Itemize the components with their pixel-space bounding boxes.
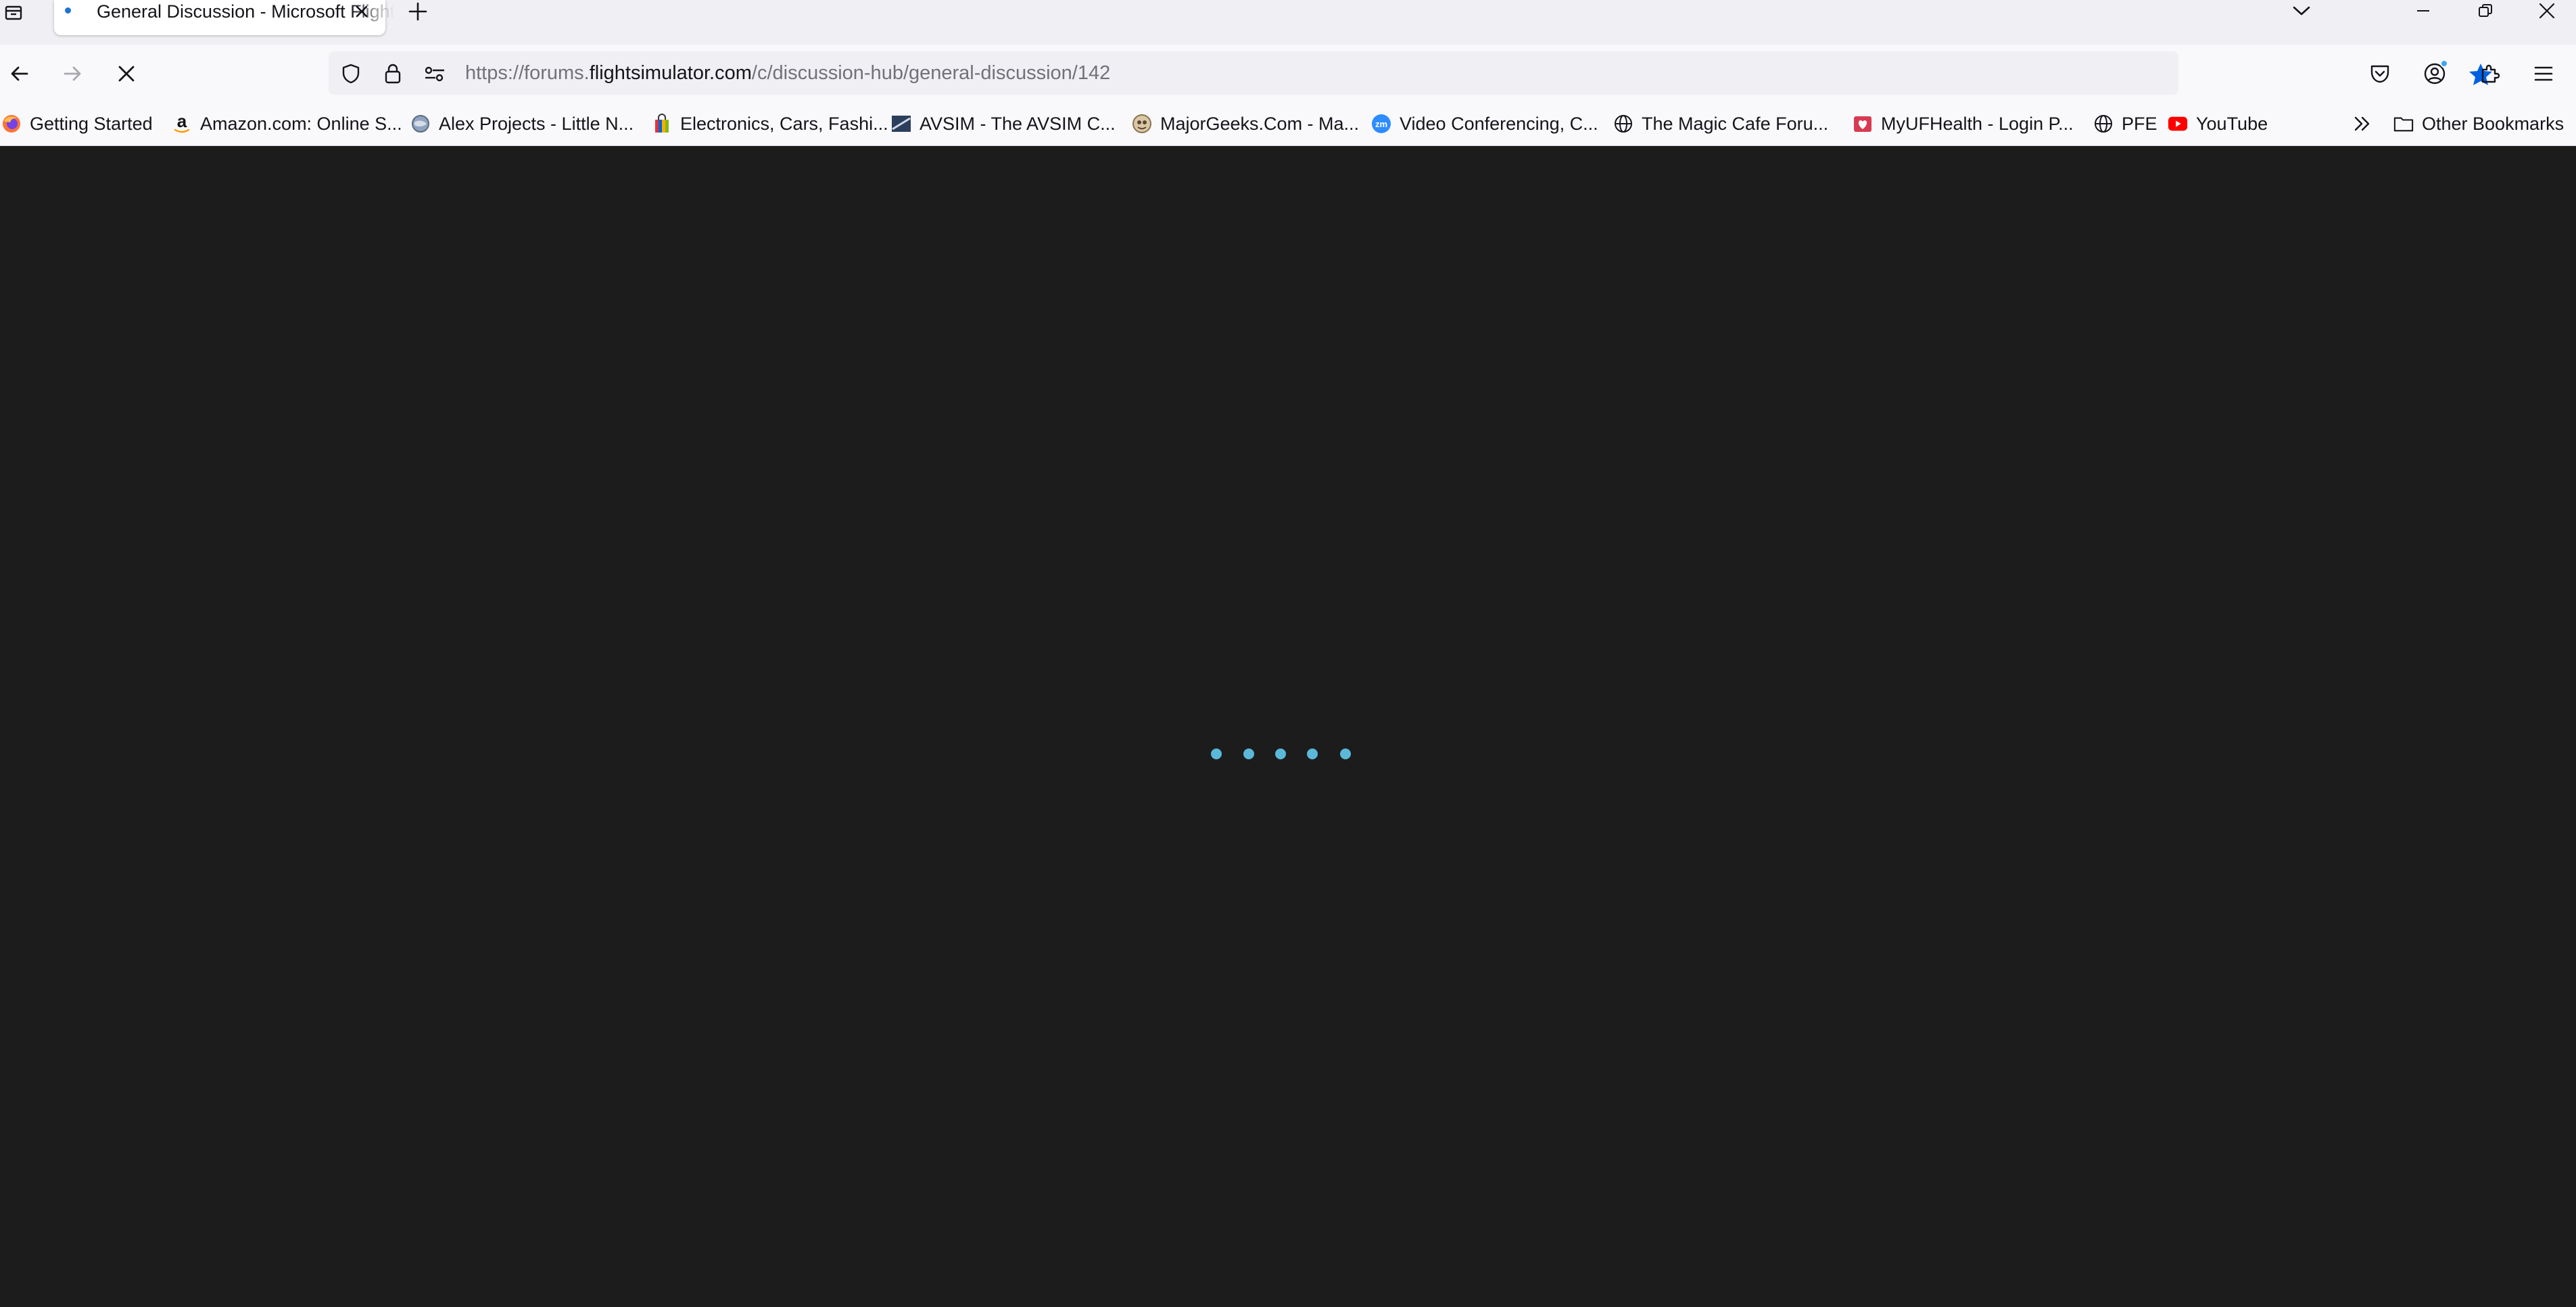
navigation-toolbar: https://forums.flightsimulator.com/c/dis… [0, 45, 2576, 101]
ebay-bag-icon [652, 114, 672, 134]
arrow-left-icon [11, 66, 28, 81]
bookmark-getting-started[interactable]: Getting Started [1, 111, 153, 137]
bookmark-magic-cafe[interactable]: The Magic Cafe Foru... [1613, 111, 1828, 137]
forward-button[interactable] [55, 57, 89, 91]
loading-spinner [1203, 744, 1366, 764]
bookmark-myufhealth[interactable]: MyUFHealth - Login P... [1853, 111, 2074, 137]
stop-loading-button[interactable] [110, 57, 143, 91]
bookmark-alex-projects[interactable]: Alex Projects - Little N... [410, 111, 634, 137]
account-button[interactable] [2418, 57, 2452, 91]
avsim-icon [891, 114, 911, 134]
close-window-button[interactable] [2527, 0, 2567, 22]
list-all-tabs-button[interactable] [2281, 0, 2322, 22]
bookmark-label: YouTube [2196, 114, 2268, 134]
close-icon [356, 5, 368, 18]
loading-indicator-icon [65, 7, 71, 14]
bookmarks-toolbar: Getting Started a Amazon.com: Online S..… [0, 101, 2576, 146]
permissions-icon[interactable] [423, 62, 446, 85]
tab-close-button[interactable] [348, 0, 375, 23]
tracking-protection-shield-icon[interactable] [339, 62, 362, 85]
firefox-icon [1, 114, 22, 134]
globe-icon [1613, 114, 1633, 134]
application-menu-button[interactable] [2527, 57, 2560, 91]
amazon-icon: a [172, 114, 192, 134]
chevron-down-icon [2293, 6, 2310, 16]
pocket-button[interactable] [2363, 57, 2397, 91]
url-path: /c/discussion-hub/general-discussion/142 [751, 62, 1111, 84]
bookmark-label: Amazon.com: Online S... [200, 114, 402, 134]
folder-icon [2393, 114, 2414, 134]
tab-general-discussion[interactable]: General Discussion - Microsoft Flight Si… [54, 0, 394, 35]
bookmark-label: PFE [2122, 114, 2157, 134]
bookmark-amazon[interactable]: a Amazon.com: Online S... [172, 111, 402, 137]
arrow-right-icon [64, 66, 81, 81]
plus-icon [408, 2, 427, 21]
hamburger-menu-icon [2534, 66, 2553, 81]
url-host: flightsimulator.com [589, 62, 752, 84]
restore-button[interactable] [2465, 0, 2506, 22]
bookmark-label: Getting Started [30, 114, 153, 134]
browser-window: General Discussion - Microsoft Flight Si… [0, 0, 2576, 1307]
extensions-button[interactable] [2473, 57, 2506, 91]
ufhealth-icon [1853, 114, 1873, 134]
more-bookmarks-button[interactable] [2349, 111, 2376, 137]
loading-dot [1340, 748, 1351, 759]
youtube-icon [2168, 114, 2188, 134]
bookmark-label: Electronics, Cars, Fashi... [680, 114, 888, 134]
back-button[interactable] [3, 57, 37, 91]
notification-badge [2440, 60, 2448, 68]
bookmark-label: AVSIM - The AVSIM C... [920, 114, 1116, 134]
firefox-view-icon [5, 5, 22, 20]
zoom-icon: zm [1371, 114, 1391, 134]
restore-icon [2479, 4, 2492, 17]
minimize-icon [2417, 10, 2429, 11]
bookmark-avsim[interactable]: AVSIM - The AVSIM C... [891, 111, 1116, 137]
svg-text:zm: zm [1375, 119, 1387, 129]
globe-icon [2093, 114, 2114, 134]
puzzle-piece-icon [2481, 64, 2500, 83]
globe-photo-icon [410, 114, 431, 134]
lock-icon[interactable] [381, 62, 404, 85]
bookmark-label: MajorGeeks.Com - Ma... [1160, 114, 1360, 134]
bookmark-label: Video Conferencing, C... [1400, 114, 1598, 134]
other-bookmarks-label: Other Bookmarks [2422, 114, 2565, 134]
bookmark-label: Alex Projects - Little N... [439, 114, 634, 134]
loading-dot [1211, 748, 1222, 759]
url-text[interactable]: https://forums.flightsimulator.com/c/dis… [465, 51, 1110, 95]
bookmark-majorgeeks[interactable]: MajorGeeks.Com - Ma... [1132, 111, 1359, 137]
bookmark-youtube[interactable]: YouTube [2168, 111, 2268, 137]
svg-text:a: a [177, 114, 187, 131]
bookmark-electronics[interactable]: Electronics, Cars, Fashi... [652, 111, 888, 137]
bookmark-label: The Magic Cafe Foru... [1642, 114, 1829, 134]
majorgeeks-icon [1132, 114, 1152, 134]
bookmark-label: MyUFHealth - Login P... [1881, 114, 2074, 134]
address-bar[interactable]: https://forums.flightsimulator.com/c/dis… [329, 51, 2492, 95]
page-content [0, 146, 2576, 1307]
bookmark-zoom[interactable]: zm Video Conferencing, C... [1371, 111, 1598, 137]
url-prefix: https://forums. [465, 62, 590, 84]
new-tab-button[interactable] [403, 0, 433, 23]
loading-dot [1307, 748, 1318, 759]
firefox-view-button[interactable] [1, 1, 26, 24]
double-chevron-right-icon [2354, 116, 2370, 131]
loading-dot [1243, 748, 1254, 759]
stop-icon [118, 66, 135, 82]
other-bookmarks-folder[interactable]: Other Bookmarks [2393, 111, 2564, 137]
loading-dot [1275, 748, 1286, 759]
tab-strip: General Discussion - Microsoft Flight Si… [0, 0, 2576, 45]
pocket-icon [2370, 65, 2389, 83]
bookmark-pfe[interactable]: PFE [2093, 111, 2157, 137]
minimize-button[interactable] [2403, 0, 2443, 22]
close-icon [2539, 3, 2555, 19]
